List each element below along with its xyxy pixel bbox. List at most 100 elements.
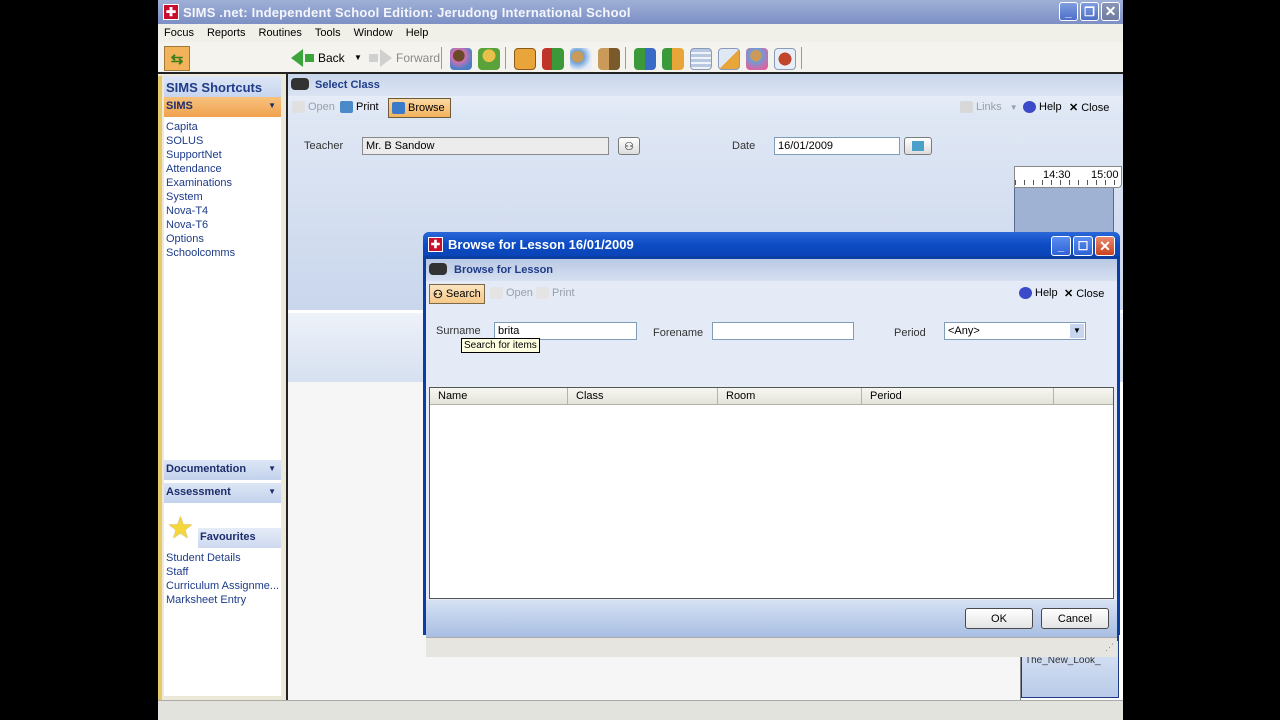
back-button[interactable]: Back xyxy=(291,49,345,67)
menu-reports[interactable]: Reports xyxy=(207,27,246,39)
help-icon xyxy=(1023,101,1036,113)
gear-chart-icon[interactable] xyxy=(662,48,684,70)
sidebar-item-schoolcomms[interactable]: Schoolcomms xyxy=(164,246,281,260)
sidebar-item-nova-t6[interactable]: Nova-T6 xyxy=(164,218,281,232)
print-label: Print xyxy=(552,287,575,299)
timeline-ticks xyxy=(1015,180,1121,185)
close-label: Close xyxy=(1076,287,1105,300)
select-class-header: Select Class xyxy=(288,74,1123,96)
book-icon[interactable] xyxy=(514,48,536,70)
favourite-student-details[interactable]: Student Details xyxy=(164,551,281,565)
date-field[interactable]: 16/01/2009 xyxy=(774,137,900,155)
dropdown-icon: ▼ xyxy=(268,101,276,110)
grid-header: Name Class Room Period xyxy=(430,388,1113,405)
chevron-down-icon: ▼ xyxy=(1070,324,1084,338)
sidebar-item-nova-t4[interactable]: Nova-T4 xyxy=(164,204,281,218)
help-button[interactable]: Help xyxy=(1023,101,1062,113)
sidebar-item-capita[interactable]: Capita xyxy=(164,120,281,134)
period-label: Period xyxy=(894,327,926,339)
sidebar-section-assessment[interactable]: Assessment ▼ xyxy=(164,483,281,503)
calendar-button[interactable] xyxy=(904,137,932,155)
shortcuts-sidebar: SIMS Shortcuts SIMS ▼ Capita SOLUS Suppo… xyxy=(164,76,281,696)
teacher-field[interactable]: Mr. B Sandow xyxy=(362,137,609,155)
menu-bar: Focus Reports Routines Tools Window Help xyxy=(158,24,1123,42)
dropdown-icon: ▼ xyxy=(1009,102,1018,112)
sidebar-section-label: SIMS xyxy=(166,100,193,112)
dialog-maximize-button[interactable]: ☐ xyxy=(1073,236,1093,256)
print-button[interactable]: Print xyxy=(340,101,379,113)
user-pink-icon[interactable] xyxy=(746,48,768,70)
sidebar-item-supportnet[interactable]: SupportNet xyxy=(164,148,281,162)
favourite-staff[interactable]: Staff xyxy=(164,565,281,579)
dialog-close-window-button[interactable]: ✕ xyxy=(1095,236,1115,256)
column-header-name[interactable]: Name xyxy=(430,388,568,404)
sidebar-item-options[interactable]: Options xyxy=(164,232,281,246)
chart-icon[interactable] xyxy=(634,48,656,70)
sidebar-section-documentation[interactable]: Documentation ▼ xyxy=(164,460,281,480)
resize-grip-icon[interactable]: ⋰ xyxy=(1105,642,1114,653)
students-icon[interactable] xyxy=(450,48,472,70)
forward-button[interactable]: Forward xyxy=(369,49,440,67)
edit-icon[interactable] xyxy=(718,48,740,70)
back-dropdown-icon[interactable]: ▼ xyxy=(354,53,362,62)
column-header-class[interactable]: Class xyxy=(568,388,718,404)
toggle-shortcuts-button[interactable]: ⇆ xyxy=(164,46,190,71)
dialog-close-button[interactable]: ✕ Close xyxy=(1064,287,1105,301)
browse-icon xyxy=(392,102,405,114)
teacher-lookup-button[interactable]: ⚇ xyxy=(618,137,640,155)
favourite-curriculum-assignment[interactable]: Curriculum Assignme... xyxy=(164,579,281,593)
minimize-button[interactable]: _ xyxy=(1059,2,1078,21)
browse-for-lesson-dialog: ✚ Browse for Lesson 16/01/2009 _ ☐ ✕ Bro… xyxy=(423,232,1120,657)
links-label: Links xyxy=(976,101,1002,113)
teacher-icon[interactable] xyxy=(570,48,592,70)
sidebar-item-solus[interactable]: SOLUS xyxy=(164,134,281,148)
search-tooltip: Search for items xyxy=(461,338,540,353)
open-icon xyxy=(490,287,503,299)
open-label: Open xyxy=(506,287,533,299)
forename-field[interactable] xyxy=(712,322,854,340)
sidebar-item-examinations[interactable]: Examinations xyxy=(164,176,281,190)
period-select[interactable]: <Any> ▼ xyxy=(944,322,1086,340)
calendar-icon xyxy=(912,141,924,151)
favourite-marksheet-entry[interactable]: Marksheet Entry xyxy=(164,593,281,607)
person-icon[interactable] xyxy=(478,48,500,70)
document-icon[interactable] xyxy=(690,48,712,70)
close-button[interactable]: ✕ Close xyxy=(1069,101,1109,115)
binoculars-icon: ⚇ xyxy=(624,140,634,153)
window-title: SIMS .net: Independent School Edition: J… xyxy=(183,4,631,20)
menu-focus[interactable]: Focus xyxy=(164,27,194,39)
binoculars-icon xyxy=(291,78,309,90)
menu-routines[interactable]: Routines xyxy=(259,27,302,39)
restore-button[interactable]: ❐ xyxy=(1080,2,1099,21)
column-header-period[interactable]: Period xyxy=(862,388,1054,404)
menu-tools[interactable]: Tools xyxy=(315,27,341,39)
menu-window[interactable]: Window xyxy=(354,27,393,39)
flags-icon[interactable] xyxy=(542,48,564,70)
browse-header-title: Browse for Lesson xyxy=(454,264,554,276)
binoculars-icon xyxy=(429,263,447,275)
clock-icon[interactable] xyxy=(774,48,796,70)
dialog-minimize-button[interactable]: _ xyxy=(1051,236,1071,256)
forename-label: Forename xyxy=(653,327,704,339)
timeline-header: 14:30 15:00 xyxy=(1014,166,1122,188)
dialog-help-button[interactable]: Help xyxy=(1019,287,1058,299)
dialog-open-button[interactable]: Open xyxy=(490,287,533,299)
ok-button[interactable]: OK xyxy=(965,608,1033,629)
period-value: <Any> xyxy=(948,325,980,337)
sidebar-section-sims[interactable]: SIMS ▼ xyxy=(164,97,281,117)
menu-help[interactable]: Help xyxy=(406,27,429,39)
cancel-button[interactable]: Cancel xyxy=(1041,608,1109,629)
results-grid: Name Class Room Period xyxy=(429,387,1114,599)
select-class-panel: Select Class Open Print Browse Links ▼ H… xyxy=(286,74,1123,700)
column-header-room[interactable]: Room xyxy=(718,388,862,404)
open-button[interactable]: Open xyxy=(292,101,335,113)
links-button[interactable]: Links ▼ xyxy=(960,101,1018,113)
search-button[interactable]: ⚇ Search xyxy=(429,284,485,304)
forward-arrow-icon xyxy=(380,49,392,67)
sidebar-item-attendance[interactable]: Attendance xyxy=(164,162,281,176)
dialog-print-button[interactable]: Print xyxy=(536,287,575,299)
close-window-button[interactable]: ✕ xyxy=(1101,2,1120,21)
door-person-icon[interactable] xyxy=(598,48,620,70)
sidebar-item-system[interactable]: System xyxy=(164,190,281,204)
browse-button[interactable]: Browse xyxy=(388,98,451,118)
